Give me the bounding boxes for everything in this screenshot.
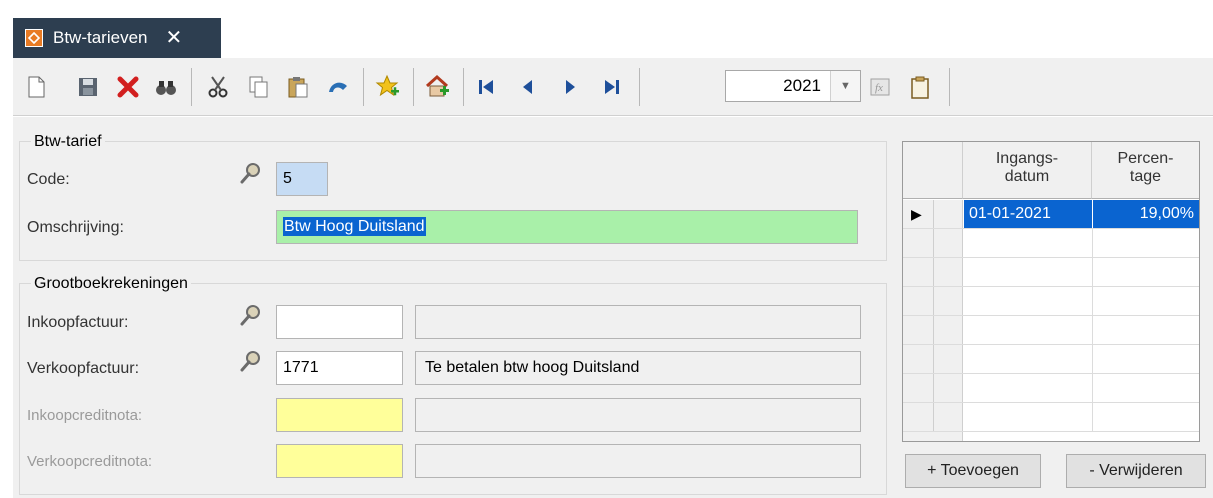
column-header-ingangsdatum[interactable]: Ingangs- datum bbox=[963, 142, 1092, 199]
column-header-line: tage bbox=[1129, 168, 1162, 185]
cell-ingangsdatum[interactable]: 01-01-2021 bbox=[964, 200, 1092, 228]
paste-icon[interactable] bbox=[283, 72, 313, 102]
toolbar: 2021 ▼ fx bbox=[13, 58, 1213, 116]
tab-label: Btw-tarieven bbox=[53, 28, 148, 47]
table-row[interactable] bbox=[903, 345, 1199, 374]
save-icon[interactable] bbox=[73, 72, 103, 102]
table-row[interactable]: ▶ 01-01-2021 19,00% bbox=[903, 200, 1199, 229]
delete-icon[interactable] bbox=[113, 72, 143, 102]
current-row-icon: ▶ bbox=[911, 206, 922, 222]
tarief-grid[interactable]: Ingangs- datum Percen- tage ▶ 01-01-2021… bbox=[902, 141, 1200, 442]
cell-percentage[interactable]: 19,00% bbox=[1093, 200, 1199, 228]
copy-icon[interactable] bbox=[243, 72, 273, 102]
omschrijving-field[interactable]: Btw Hoog Duitsland bbox=[276, 210, 858, 244]
year-value: 2021 bbox=[783, 76, 821, 95]
verkoopcreditnota-description bbox=[415, 444, 861, 478]
row-header: ▶ bbox=[903, 200, 963, 228]
table-row[interactable] bbox=[903, 432, 1199, 441]
btw-tarief-title: Btw-tarief bbox=[31, 133, 105, 151]
lookup-icon[interactable] bbox=[239, 349, 263, 373]
omschrijving-label: Omschrijving: bbox=[27, 219, 124, 236]
inkoopfactuur-label: Inkoopfactuur: bbox=[27, 314, 129, 331]
grootboekrekeningen-title: Grootboekrekeningen bbox=[31, 275, 191, 293]
form-area: Btw-tarief Code: 5 Omschrijving: Btw Hoo… bbox=[13, 117, 1213, 498]
last-record-icon[interactable] bbox=[597, 72, 627, 102]
close-icon[interactable]: ✕ bbox=[165, 28, 182, 48]
table-row[interactable] bbox=[903, 229, 1199, 258]
tab-btw-tarieven[interactable]: Btw-tarieven ✕ bbox=[13, 18, 221, 58]
lookup-icon[interactable] bbox=[239, 303, 263, 327]
grid-header-blank bbox=[903, 142, 963, 199]
home-add-icon[interactable] bbox=[423, 72, 453, 102]
previous-record-icon[interactable] bbox=[513, 72, 543, 102]
table-row[interactable] bbox=[903, 374, 1199, 403]
formula-icon[interactable]: fx bbox=[865, 72, 895, 102]
table-row[interactable] bbox=[903, 258, 1199, 287]
inkoopcreditnota-label: Inkoopcreditnota: bbox=[27, 407, 143, 424]
column-header-percentage[interactable]: Percen- tage bbox=[1092, 142, 1199, 199]
new-document-icon[interactable] bbox=[21, 72, 51, 102]
inkoopcreditnota-code-field[interactable] bbox=[276, 398, 403, 432]
table-row[interactable] bbox=[903, 287, 1199, 316]
next-record-icon[interactable] bbox=[555, 72, 585, 102]
undo-icon[interactable] bbox=[323, 72, 353, 102]
verkoopfactuur-code-field[interactable]: 1771 bbox=[276, 351, 403, 385]
cut-icon[interactable] bbox=[203, 72, 233, 102]
verkoopfactuur-label: Verkoopfactuur: bbox=[27, 360, 140, 377]
find-binoculars-icon[interactable] bbox=[151, 72, 181, 102]
column-header-line: Ingangs- bbox=[995, 150, 1059, 167]
code-field[interactable]: 5 bbox=[276, 162, 328, 196]
first-record-icon[interactable] bbox=[471, 72, 501, 102]
year-select[interactable]: 2021 ▼ bbox=[725, 70, 861, 102]
svg-text:fx: fx bbox=[875, 82, 883, 94]
inkoopcreditnota-description bbox=[415, 398, 861, 432]
remove-button[interactable]: - Verwijderen bbox=[1066, 454, 1206, 488]
verkoopcreditnota-label: Verkoopcreditnota: bbox=[27, 453, 153, 470]
omschrijving-value: Btw Hoog Duitsland bbox=[283, 217, 426, 236]
clipboard-icon[interactable] bbox=[905, 72, 935, 102]
column-header-line: datum bbox=[1004, 168, 1050, 185]
table-row[interactable] bbox=[903, 316, 1199, 345]
chevron-down-icon[interactable]: ▼ bbox=[830, 71, 860, 101]
lookup-icon[interactable] bbox=[239, 161, 263, 185]
code-label: Code: bbox=[27, 171, 70, 188]
add-button[interactable]: + Toevoegen bbox=[905, 454, 1041, 488]
verkoopfactuur-description: Te betalen btw hoog Duitsland bbox=[415, 351, 861, 385]
tab-strip: Btw-tarieven ✕ bbox=[0, 0, 1213, 58]
app-logo-icon bbox=[25, 29, 43, 47]
column-header-line: Percen- bbox=[1117, 150, 1174, 167]
verkoopcreditnota-code-field[interactable] bbox=[276, 444, 403, 478]
table-row[interactable] bbox=[903, 403, 1199, 432]
inkoopfactuur-description bbox=[415, 305, 861, 339]
favorite-add-icon[interactable] bbox=[373, 72, 403, 102]
inkoopfactuur-code-field[interactable] bbox=[276, 305, 403, 339]
